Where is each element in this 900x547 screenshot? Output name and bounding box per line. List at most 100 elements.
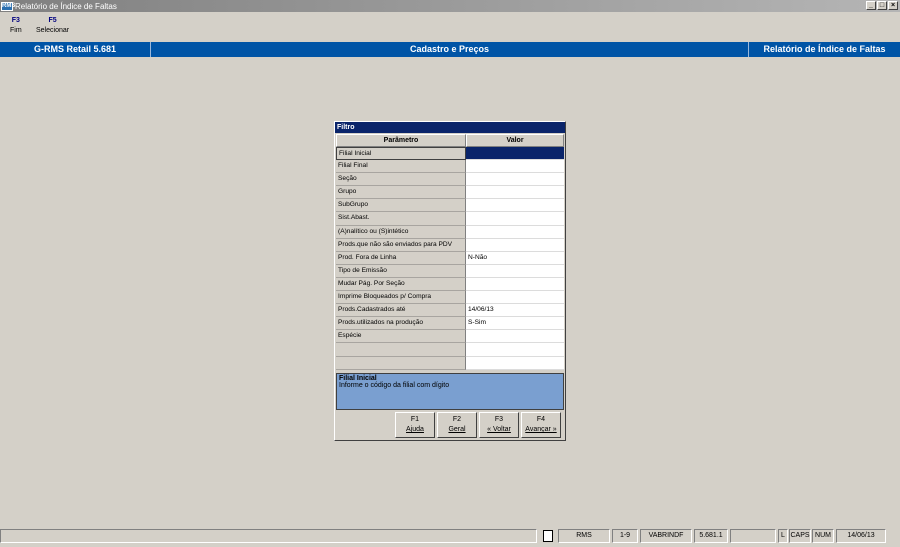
voltar-label: « Voltar: [487, 426, 511, 433]
avancar-label: Avançar »: [525, 426, 557, 433]
parameter-grid: Parâmetro Valor Filial Inicial Filial Fin…: [336, 134, 564, 370]
parameter-row[interactable]: Espécie: [336, 330, 564, 344]
parameter-row[interactable]: Seção: [336, 173, 564, 187]
voltar-button[interactable]: F3 « Voltar: [479, 412, 519, 438]
parameter-name: Mudar Pág. Por Seção: [336, 277, 466, 292]
parameter-row[interactable]: (A)nalítico ou (S)intético: [336, 225, 564, 239]
parameter-name: Prods.utilizados na produção: [336, 317, 466, 331]
parameter-row[interactable]: Prods.que não são enviados para PDV: [336, 238, 564, 252]
parameter-value-field[interactable]: [466, 186, 564, 200]
parameter-name: SubGrupo: [336, 199, 466, 213]
parameter-row[interactable]: Sist.Abast.: [336, 212, 564, 226]
header-report: Relatório de Índice de Faltas: [763, 44, 886, 54]
parameter-value-field[interactable]: 14/06/13: [466, 304, 564, 318]
parameter-row[interactable]: Filial Final: [336, 160, 564, 174]
parameter-row[interactable]: [336, 356, 564, 370]
parameter-row[interactable]: SubGrupo: [336, 199, 564, 213]
parameter-name: Prod. Fora de Linha: [336, 251, 466, 265]
parameter-value-field[interactable]: N-Não: [466, 251, 564, 265]
ajuda-label: Ajuda: [406, 426, 424, 433]
parameter-row[interactable]: Mudar Pág. Por Seção: [336, 277, 564, 292]
parameter-row[interactable]: Prods.utilizados na produção S-Sim: [336, 317, 564, 331]
voltar-key: F3: [494, 416, 504, 423]
function-key-toolbar: F3 Fim F5 Selecionar: [0, 13, 900, 41]
parameter-name: Filial Final: [336, 160, 466, 174]
column-header-valor[interactable]: Valor: [466, 134, 564, 147]
parameter-row[interactable]: Tipo de Emissão: [336, 264, 564, 278]
status-bar: RMS 1-9 VABRINDF 5.681.1 L CAPS NUM 14/0…: [0, 528, 900, 545]
status-num: NUM: [812, 529, 834, 543]
parameter-name: (A)nalítico ou (S)intético: [336, 225, 466, 239]
parameter-row[interactable]: [336, 343, 564, 357]
app-icon: RMS: [1, 1, 16, 11]
parameter-value-field[interactable]: [466, 291, 564, 305]
window-title: Relatório de Índice de Faltas: [15, 1, 117, 11]
parameter-value-field[interactable]: [466, 343, 564, 357]
parameter-value-field[interactable]: [466, 264, 564, 278]
parameter-value-field[interactable]: [466, 147, 564, 161]
parameter-name: Sist.Abast.: [336, 212, 466, 226]
selecionar-key: F5: [48, 17, 57, 24]
status-l: L: [778, 529, 788, 543]
parameter-value-field[interactable]: [466, 225, 564, 239]
status-user: RMS: [558, 529, 610, 543]
parameter-name: [336, 343, 466, 357]
geral-label: Geral: [448, 426, 466, 433]
filter-dialog: Filtro Parâmetro Valor Filial Inicial Fil…: [334, 121, 566, 441]
parameter-value-field[interactable]: [466, 356, 564, 370]
dialog-title: Filtro: [335, 122, 565, 133]
avancar-button[interactable]: F4 Avançar »: [521, 412, 561, 438]
parameter-name: [336, 356, 466, 370]
parameter-name: Espécie: [336, 330, 466, 344]
parameter-row[interactable]: Imprime Bloqueados p/ Compra: [336, 291, 564, 305]
window-controls: _ □ ×: [866, 1, 898, 10]
maximize-button[interactable]: □: [877, 1, 887, 10]
fim-button[interactable]: F3 Fim: [10, 17, 22, 34]
parameter-row[interactable]: Filial Inicial: [336, 147, 564, 161]
close-button[interactable]: ×: [888, 1, 898, 10]
parameter-name: Tipo de Emissão: [336, 264, 466, 278]
parameter-row[interactable]: Grupo: [336, 186, 564, 200]
document-icon: [543, 530, 553, 542]
parameter-row[interactable]: Prod. Fora de Linha N-Não: [336, 251, 564, 265]
status-code: 1-9: [612, 529, 638, 543]
parameter-value-field[interactable]: S-Sim: [466, 317, 564, 331]
parameter-value-field[interactable]: [466, 160, 564, 174]
header-product: G-RMS Retail 5.681: [33, 44, 117, 54]
parameter-value-field[interactable]: [466, 330, 564, 344]
geral-key: F2: [452, 416, 462, 423]
grid-header: Parâmetro Valor: [336, 134, 564, 147]
parameter-name: Imprime Bloqueados p/ Compra: [336, 291, 466, 305]
status-version: 5.681.1: [694, 529, 728, 543]
minimize-button[interactable]: _: [866, 1, 876, 10]
parameter-value-field[interactable]: [466, 173, 564, 187]
window-titlebar: RMS Relatório de Índice de Faltas _ □ ×: [0, 0, 900, 12]
ajuda-key: F1: [410, 416, 420, 423]
parameter-value-field[interactable]: [466, 212, 564, 226]
parameter-name: Filial Inicial: [336, 147, 466, 161]
status-caps: CAPS: [789, 529, 811, 543]
fim-key: F3: [11, 17, 20, 24]
parameter-name: Prods.Cadastrados até: [336, 304, 466, 318]
header-module: Cadastro e Preços: [409, 44, 490, 54]
help-title: Filial Inicial: [339, 375, 377, 382]
parameter-name: Grupo: [336, 186, 466, 200]
status-message: [0, 529, 537, 543]
status-program: VABRINDF: [640, 529, 692, 543]
column-header-parametro[interactable]: Parâmetro: [336, 134, 466, 147]
geral-button[interactable]: F2 Geral: [437, 412, 477, 438]
parameter-name: Seção: [336, 173, 466, 187]
selecionar-label: Selecionar: [36, 27, 70, 34]
parameter-value-field[interactable]: [466, 277, 564, 292]
help-text: Informe o código da filial com dígito: [339, 382, 450, 389]
status-empty: [730, 529, 776, 543]
help-panel: Filial Inicial Informe o código da filia…: [336, 373, 564, 410]
ajuda-button[interactable]: F1 Ajuda: [395, 412, 435, 438]
selecionar-button[interactable]: F5 Selecionar: [36, 17, 69, 34]
parameter-value-field[interactable]: [466, 199, 564, 213]
parameter-value-field[interactable]: [466, 238, 564, 252]
avancar-key: F4: [536, 416, 546, 423]
status-date: 14/06/13: [836, 529, 886, 543]
parameter-row[interactable]: Prods.Cadastrados até 14/06/13: [336, 304, 564, 318]
fim-label: Fim: [10, 27, 22, 34]
